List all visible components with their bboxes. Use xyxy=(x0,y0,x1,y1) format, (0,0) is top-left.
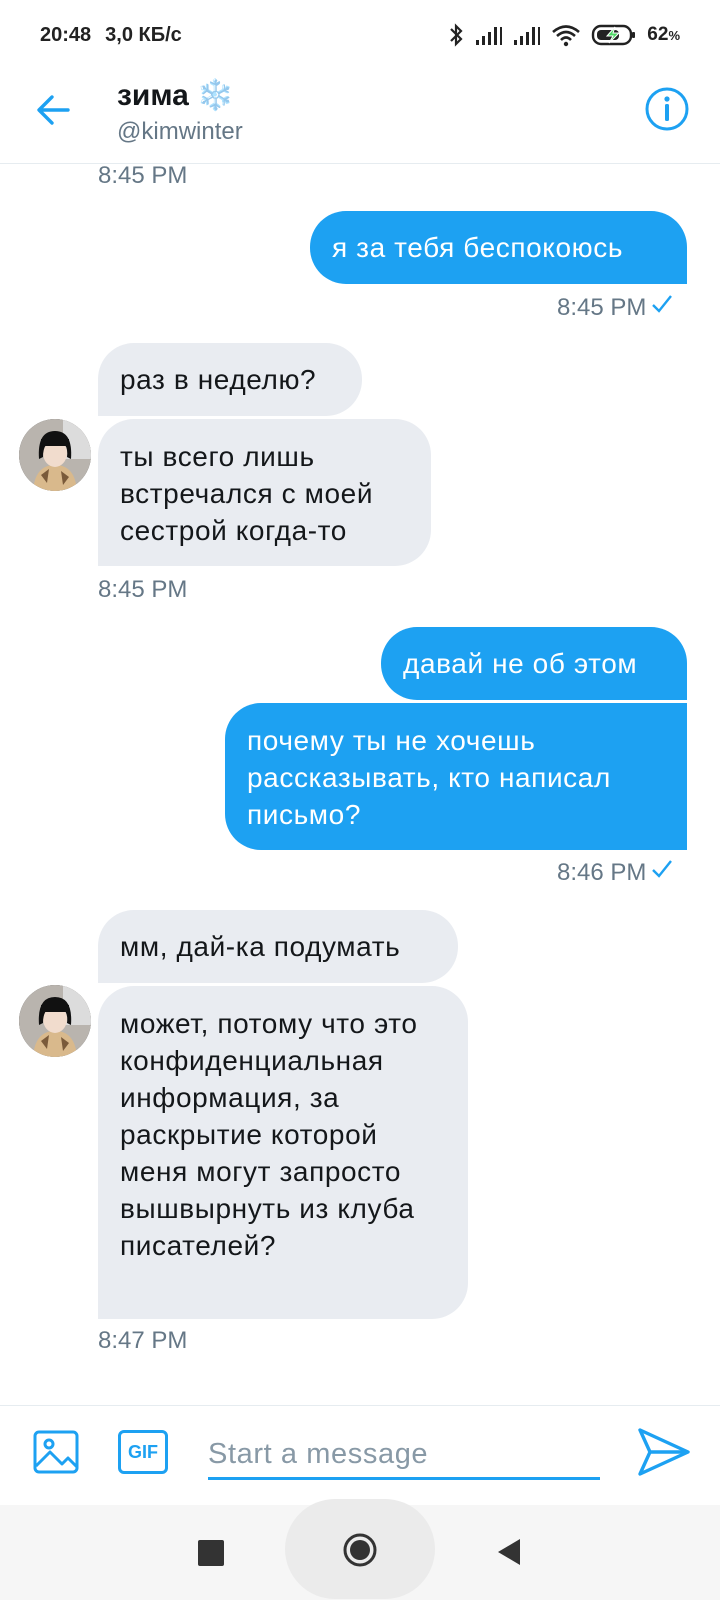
message-timestamp: 8:45 PM xyxy=(98,576,188,603)
outgoing-message[interactable]: почему ты не хочешь рассказывать, кто на… xyxy=(225,703,687,850)
battery-unit: % xyxy=(668,28,680,43)
message-input[interactable] xyxy=(208,1424,600,1480)
contact-name-text: зима xyxy=(117,78,189,112)
recents-icon[interactable] xyxy=(198,1540,224,1566)
conversation-header: зима ❄️ @kimwinter xyxy=(0,70,720,164)
avatar[interactable] xyxy=(19,985,91,1057)
message-timestamp: 8:47 PM xyxy=(98,1327,188,1354)
contact-name[interactable]: зима ❄️ xyxy=(117,78,234,113)
status-bar: 20:48 3,0 КБ/с 62% xyxy=(0,0,720,70)
signal-icon-2 xyxy=(513,24,541,46)
message-timestamp: 8:45 PM xyxy=(557,293,674,322)
message-timestamp: 8:46 PM xyxy=(557,858,674,887)
message-timestamp: 8:45 PM xyxy=(98,165,188,189)
incoming-message[interactable]: ты всего лишь встречался с моей сестрой … xyxy=(98,419,431,566)
snowflake-icon: ❄️ xyxy=(196,79,235,112)
message-composer: GIF xyxy=(0,1405,720,1505)
system-nav-bar xyxy=(0,1499,720,1600)
check-icon xyxy=(650,293,674,322)
incoming-message[interactable]: мм, дай-ка подумать xyxy=(98,910,458,983)
outgoing-message[interactable]: давай не об этом xyxy=(381,627,687,700)
send-icon[interactable] xyxy=(636,1424,692,1480)
wifi-icon xyxy=(551,23,581,47)
image-icon[interactable] xyxy=(32,1428,80,1476)
message-list[interactable]: 8:45 PM я за тебя беспокоюсь 8:45 PM раз… xyxy=(0,165,720,1405)
status-time: 20:48 xyxy=(40,23,92,46)
incoming-message[interactable]: раз в неделю? xyxy=(98,343,362,416)
avatar[interactable] xyxy=(19,419,91,491)
arrow-left-icon[interactable] xyxy=(34,90,74,130)
contact-handle: @kimwinter xyxy=(117,118,243,145)
signal-icon xyxy=(475,24,503,46)
status-net-speed: 3,0 КБ/с xyxy=(105,23,182,46)
battery-icon xyxy=(591,23,637,47)
battery-level: 62 xyxy=(647,24,669,45)
bluetooth-icon xyxy=(447,23,465,47)
timestamp-text: 8:45 PM xyxy=(557,293,647,321)
outgoing-message[interactable]: я за тебя беспокоюсь xyxy=(310,211,687,284)
check-icon xyxy=(650,858,674,887)
home-icon[interactable] xyxy=(342,1532,378,1568)
incoming-message[interactable]: может, потому что это конфиденциальная и… xyxy=(98,986,468,1319)
info-icon[interactable] xyxy=(644,86,690,132)
gif-button[interactable]: GIF xyxy=(118,1430,168,1474)
back-triangle-icon[interactable] xyxy=(496,1537,522,1567)
timestamp-text: 8:46 PM xyxy=(557,858,647,886)
